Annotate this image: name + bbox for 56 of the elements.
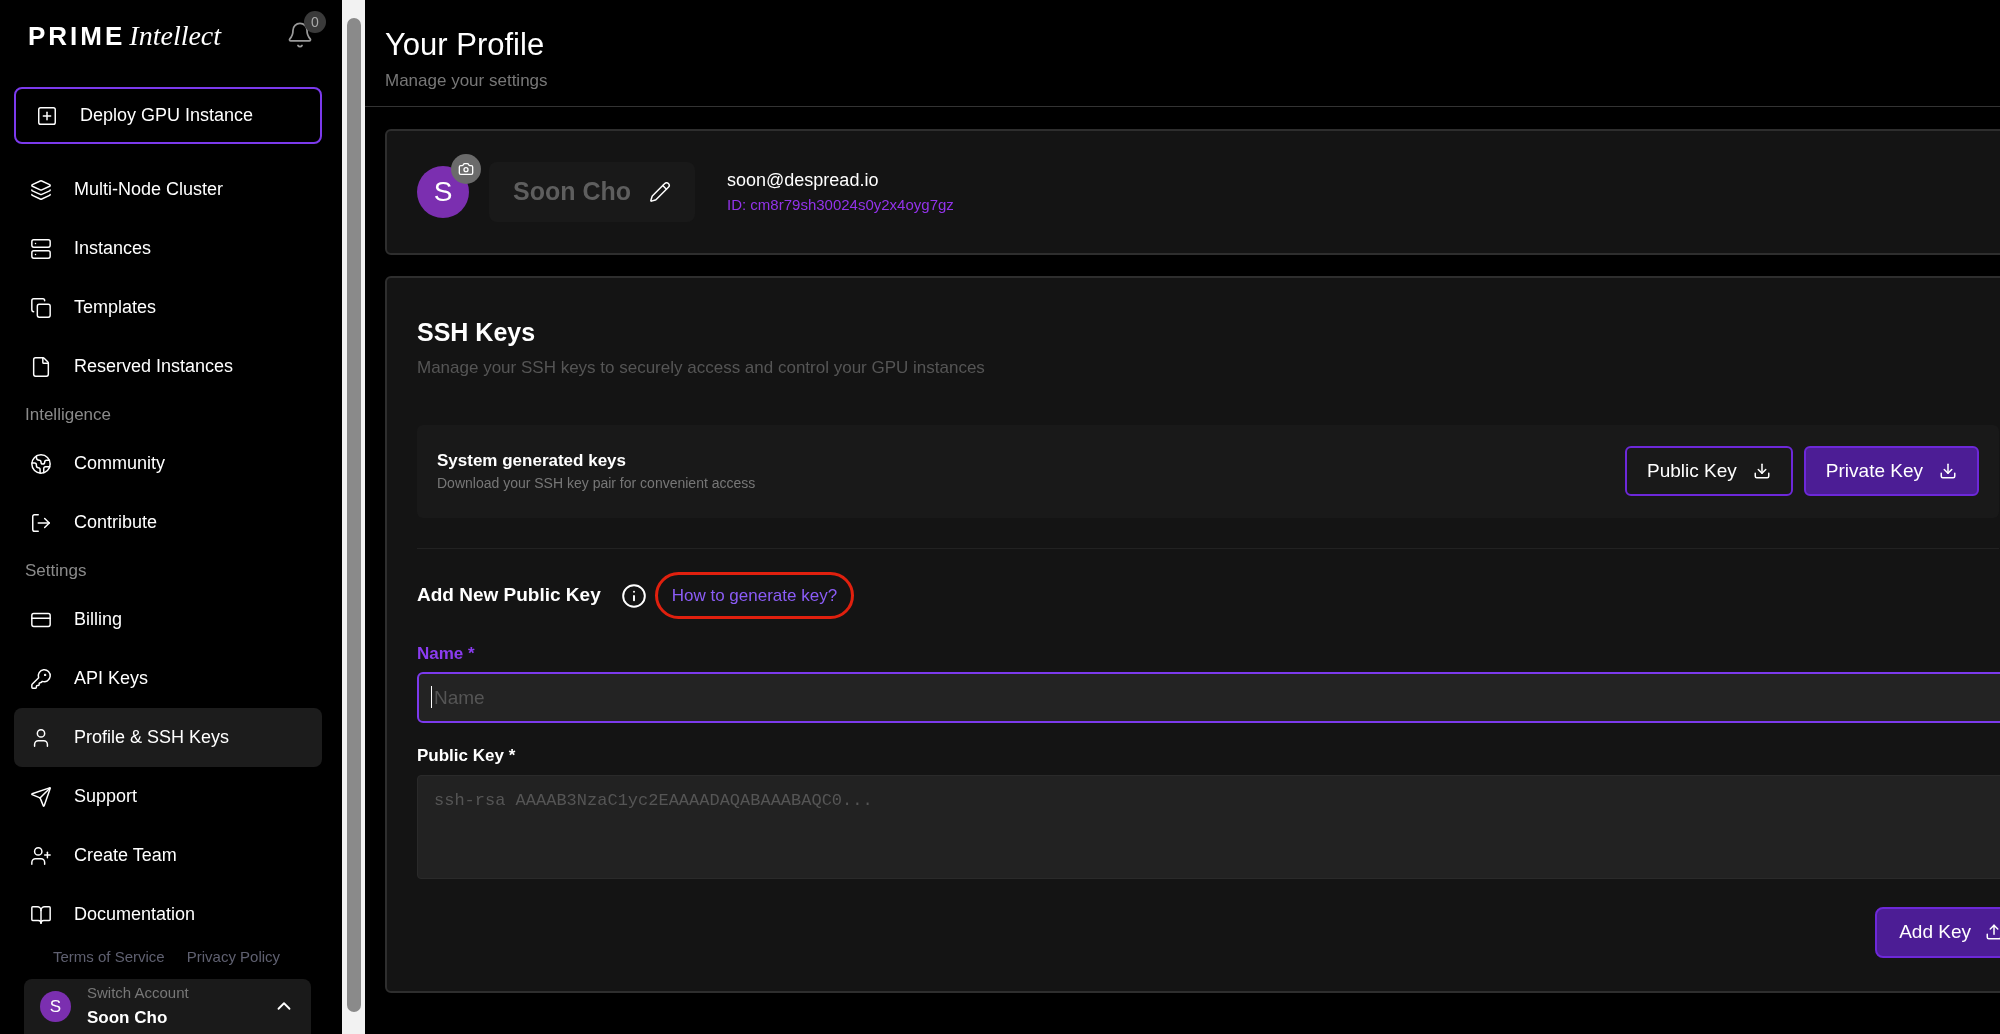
nav-item[interactable]: Documentation xyxy=(14,885,322,944)
section-heading: Intelligence xyxy=(24,404,112,427)
nav-item[interactable]: Templates xyxy=(14,278,322,337)
logo-wordmark: PRIME xyxy=(28,23,126,49)
section-description: Manage your SSH keys to securely access and control your GPU instances xyxy=(417,357,986,379)
profile-email: soon@despread.io xyxy=(727,168,880,192)
help-link[interactable]: How to generate key? xyxy=(654,571,855,620)
nav-item[interactable]: Contribute xyxy=(14,493,322,552)
profile-id: ID: cm8r79sh30024s0y2x4oyg7gz xyxy=(727,194,954,215)
nav-item[interactable]: Profile & SSH Keys xyxy=(14,708,322,767)
download-icon xyxy=(1939,462,1957,480)
nav-item[interactable]: Billing xyxy=(14,590,322,649)
notification-count: 0 xyxy=(304,11,326,33)
layers-icon xyxy=(30,178,52,201)
camera-icon xyxy=(458,160,474,177)
user-plus-icon xyxy=(30,844,52,867)
server-icon xyxy=(30,237,52,260)
logo-script: Intellect xyxy=(129,22,222,50)
account-switcher[interactable]: S Switch Account Soon Cho xyxy=(24,978,311,1034)
field-label: Name * xyxy=(417,642,476,665)
download-button[interactable]: Private Key xyxy=(1803,446,1979,496)
nav-item[interactable]: API Keys xyxy=(14,649,322,708)
book-icon xyxy=(30,903,52,926)
info-icon[interactable] xyxy=(620,582,647,609)
profile-avatar: S xyxy=(417,165,469,218)
deploy-button[interactable]: Deploy GPU Instance xyxy=(14,87,322,144)
section-title: SSH Keys xyxy=(417,316,537,348)
panel-title: System generated keys xyxy=(437,449,627,472)
nav-item[interactable]: Multi-Node Cluster xyxy=(14,160,322,219)
globe-icon xyxy=(30,452,52,475)
upload-icon xyxy=(1985,923,2000,941)
nav-item[interactable]: Support xyxy=(14,767,322,826)
nav-item[interactable]: Community xyxy=(14,434,322,493)
account-avatar: S xyxy=(40,990,71,1022)
subsection-title: Add New Public Key xyxy=(417,583,601,608)
pencil-icon xyxy=(649,180,672,203)
section-heading: Settings xyxy=(24,560,88,583)
field-label: Public Key * xyxy=(417,745,517,767)
nav-item[interactable]: Instances xyxy=(14,219,322,278)
send-icon xyxy=(30,785,52,808)
nav-item[interactable]: Create Team xyxy=(14,826,322,885)
file-icon xyxy=(30,355,52,378)
panel-description: Download your SSH key pair for convenient access xyxy=(437,474,756,494)
page-subtitle: Manage your settings xyxy=(385,70,549,92)
download-icon xyxy=(1752,462,1771,480)
plus-square-icon xyxy=(36,104,58,127)
camera-button[interactable] xyxy=(451,153,481,184)
account-name: Soon Cho xyxy=(87,1006,169,1029)
copy-icon xyxy=(30,296,52,319)
download-button[interactable]: Public Key xyxy=(1625,446,1793,496)
page-title: Your Profile xyxy=(385,26,546,64)
add-key-button[interactable]: Add Key xyxy=(1875,906,2000,958)
account-caption: Switch Account xyxy=(87,983,190,1004)
key-icon xyxy=(30,667,52,690)
nav-item[interactable]: Reserved Instances xyxy=(14,337,322,396)
text-cursor xyxy=(431,686,432,708)
